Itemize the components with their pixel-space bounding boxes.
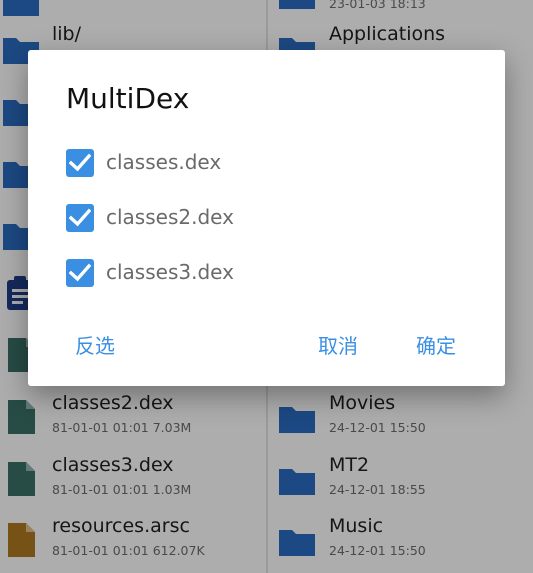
option-classes-dex[interactable]: classes.dex <box>66 143 466 183</box>
option-classes3-dex[interactable]: classes3.dex <box>66 253 466 293</box>
invert-selection-button[interactable]: 反选 <box>75 330 115 359</box>
checkmark-icon <box>69 263 91 282</box>
checkbox-checked[interactable] <box>66 259 94 287</box>
cancel-button[interactable]: 取消 <box>318 330 358 359</box>
option-label: classes2.dex <box>106 205 234 229</box>
checkmark-icon <box>69 153 91 172</box>
checkmark-icon <box>69 208 91 227</box>
option-label: classes3.dex <box>106 260 234 284</box>
checkbox-checked[interactable] <box>66 204 94 232</box>
confirm-button[interactable]: 确定 <box>416 330 456 359</box>
dialog-title: MultiDex <box>66 82 190 115</box>
multidex-dialog: MultiDex classes.dex classes2.dex classe… <box>28 50 505 386</box>
option-label: classes.dex <box>106 150 222 174</box>
checkbox-checked[interactable] <box>66 149 94 177</box>
option-classes2-dex[interactable]: classes2.dex <box>66 198 466 238</box>
